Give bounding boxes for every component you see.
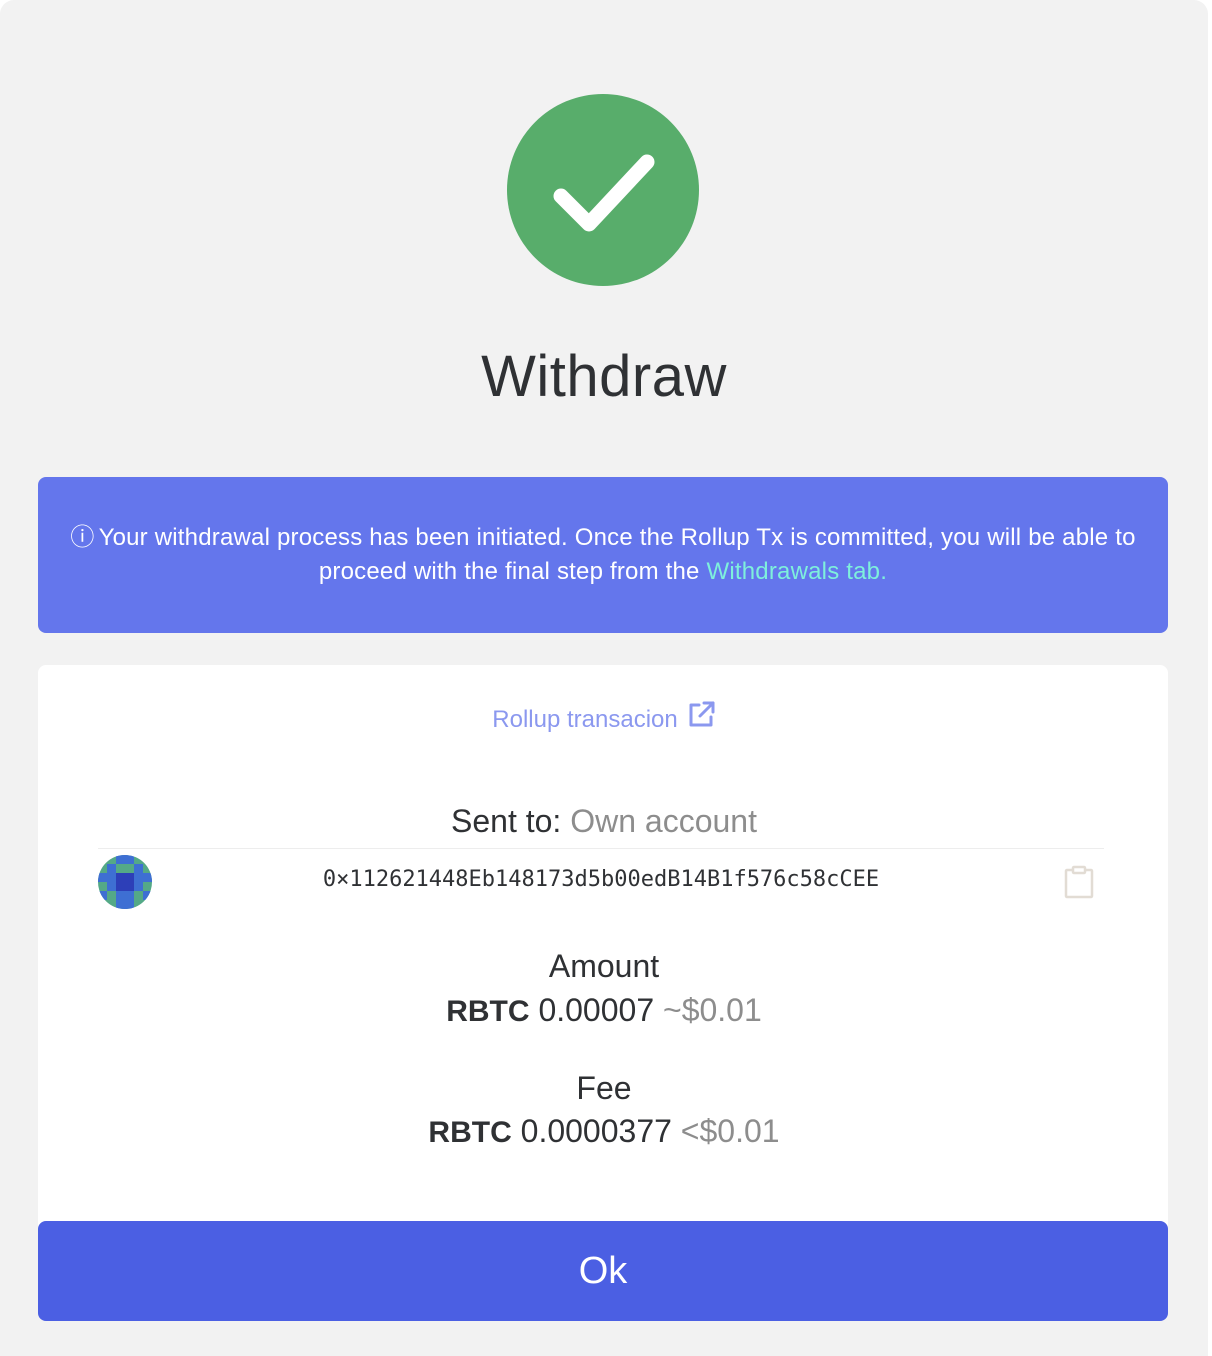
modal-title: Withdraw: [481, 344, 727, 409]
banner-text: Your withdrawal process has been initiat…: [98, 524, 1136, 585]
clipboard-icon[interactable]: [1063, 865, 1095, 899]
sent-to: Sent to: Own account: [0, 803, 1208, 840]
fee-value: 0.0000377: [520, 1113, 672, 1149]
check-icon: [507, 94, 699, 286]
sent-to-label: Sent to:: [451, 803, 562, 839]
sent-to-value: Own account: [570, 803, 757, 839]
withdraw-modal: Withdraw ⓘ Your withdrawal process has be…: [0, 0, 1208, 1356]
amount-value-line: RBTC 0.00007 ~$0.01: [0, 992, 1208, 1029]
amount-value: 0.00007: [538, 992, 655, 1028]
info-banner: ⓘ Your withdrawal process has been initia…: [38, 477, 1168, 633]
amount-symbol: RBTC: [446, 995, 530, 1028]
fee-fiat: <$0.01: [680, 1113, 780, 1149]
fee-symbol: RBTC: [428, 1116, 512, 1149]
rollup-link-label: Rollup transacion: [492, 706, 678, 733]
fee-label: Fee: [576, 1070, 632, 1106]
address-row: 0×112621448Eb148173d5b00edB14B1f576c58cC…: [98, 848, 1104, 913]
external-link-icon: [686, 700, 716, 737]
recipient-address: 0×112621448Eb148173d5b00edB14B1f576c58cC…: [322, 867, 880, 892]
withdrawals-tab-link[interactable]: Withdrawals tab.: [707, 558, 888, 585]
amount-label: Amount: [548, 948, 660, 984]
fee-value-line: RBTC 0.0000377 <$0.01: [0, 1113, 1208, 1150]
rollup-transaction-link[interactable]: Rollup transacion: [0, 700, 1208, 737]
amount-fiat: ~$0.01: [663, 992, 762, 1028]
ok-button[interactable]: Ok: [38, 1221, 1168, 1321]
info-icon: ⓘ: [70, 524, 95, 551]
